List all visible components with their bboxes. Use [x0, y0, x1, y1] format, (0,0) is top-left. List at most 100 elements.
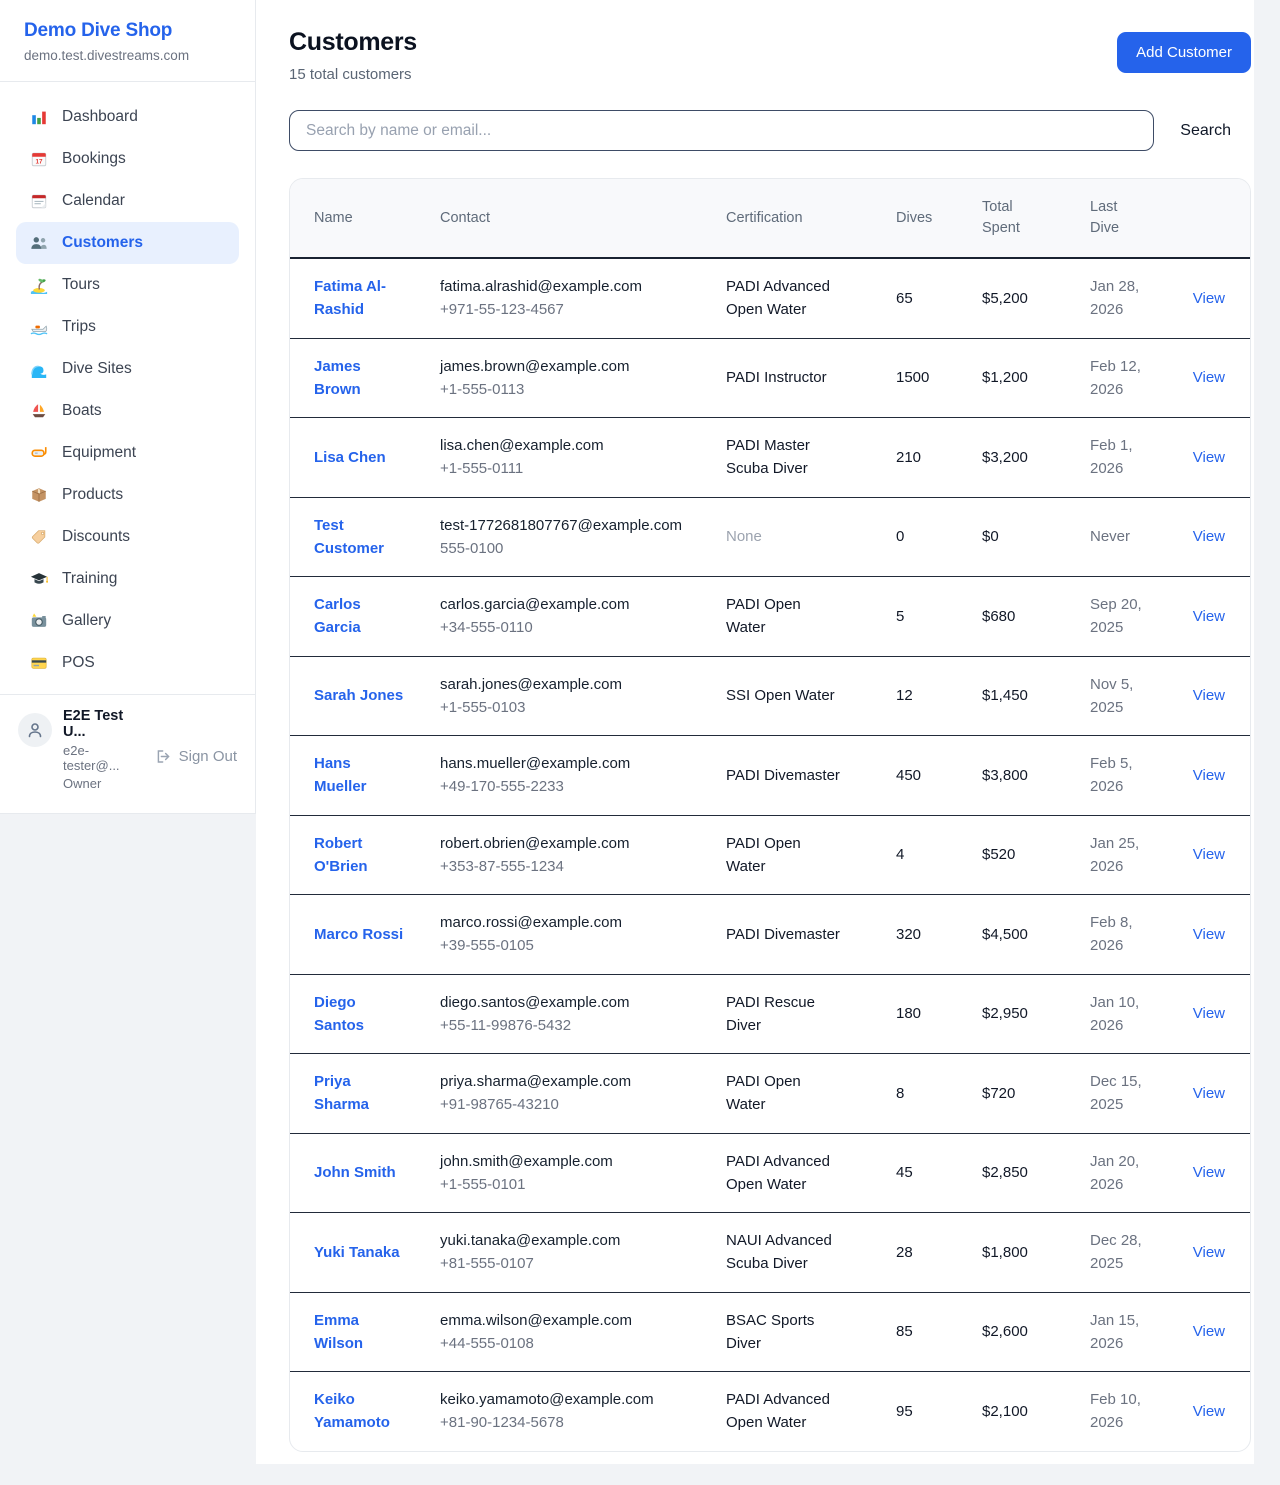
customer-name-link[interactable]: Yuki Tanaka	[314, 1244, 400, 1261]
sidebar-item-pos[interactable]: POS	[16, 642, 239, 684]
sidebar-item-equipment[interactable]: Equipment	[16, 432, 239, 474]
sidebar-item-customers[interactable]: Customers	[16, 222, 239, 264]
customer-total-spent: $0	[982, 497, 1090, 577]
view-link[interactable]: View	[1193, 1005, 1225, 1022]
sidebar-item-gallery[interactable]: Gallery	[16, 600, 239, 642]
column-header-contact: Contact	[440, 179, 726, 258]
customer-name-link[interactable]: Carlos Garcia	[314, 596, 361, 636]
customer-phone: +353-87-555-1234	[440, 855, 686, 878]
customer-total-spent: $5,200	[982, 258, 1090, 338]
sidebar-item-boats[interactable]: Boats	[16, 390, 239, 432]
view-link[interactable]: View	[1193, 846, 1225, 863]
sidebar-item-tours[interactable]: Tours	[16, 264, 239, 306]
view-link[interactable]: View	[1193, 369, 1225, 386]
customer-name-link[interactable]: Hans Mueller	[314, 755, 367, 795]
customer-email: lisa.chen@example.com	[440, 434, 686, 457]
customer-name-link[interactable]: Test Customer	[314, 517, 384, 557]
column-header-dives: Dives	[896, 179, 982, 258]
sidebar-item-bookings[interactable]: 17 Bookings	[16, 138, 239, 180]
customer-last-dive: Sep 20, 2025	[1090, 577, 1184, 657]
person-icon	[25, 720, 45, 740]
customer-certification: PADI Open Water	[726, 815, 896, 895]
search-button[interactable]: Search	[1180, 122, 1231, 140]
table-body: Fatima Al-Rashid fatima.alrashid@example…	[290, 258, 1250, 1451]
customer-name-link[interactable]: Priya Sharma	[314, 1073, 369, 1113]
view-link[interactable]: View	[1193, 926, 1225, 943]
table-row: Fatima Al-Rashid fatima.alrashid@example…	[290, 258, 1250, 338]
sidebar-item-products[interactable]: Products	[16, 474, 239, 516]
customer-total-spent: $3,200	[982, 418, 1090, 498]
view-link[interactable]: View	[1193, 767, 1225, 784]
customer-name-link[interactable]: Emma Wilson	[314, 1312, 363, 1352]
customer-certification: PADI Divemaster	[726, 895, 896, 975]
sign-out-button[interactable]: Sign Out	[155, 722, 237, 791]
customer-last-dive: Feb 8, 2026	[1090, 895, 1184, 975]
customer-email: test-1772681807767@example.com	[440, 514, 686, 537]
table-row: Marco Rossi marco.rossi@example.com +39-…	[290, 895, 1250, 975]
view-link[interactable]: View	[1193, 1403, 1225, 1420]
customer-email: priya.sharma@example.com	[440, 1070, 686, 1093]
add-customer-button[interactable]: Add Customer	[1117, 32, 1251, 73]
sidebar-item-dashboard[interactable]: Dashboard	[16, 96, 239, 138]
column-header-certification: Certification	[726, 179, 896, 258]
view-link[interactable]: View	[1193, 687, 1225, 704]
customer-name-link[interactable]: Keiko Yamamoto	[314, 1391, 390, 1431]
view-link[interactable]: View	[1193, 528, 1225, 545]
customer-name-link[interactable]: John Smith	[314, 1164, 396, 1181]
customer-phone: +44-555-0108	[440, 1332, 686, 1355]
customer-name-link[interactable]: James Brown	[314, 358, 361, 398]
customer-phone: +34-555-0110	[440, 616, 686, 639]
sidebar-item-trips[interactable]: Trips	[16, 306, 239, 348]
view-link[interactable]: View	[1193, 290, 1225, 307]
customer-certification: None	[726, 497, 896, 577]
customer-certification: PADI Open Water	[726, 577, 896, 657]
view-link[interactable]: View	[1193, 1085, 1225, 1102]
customer-last-dive: Jan 28, 2026	[1090, 258, 1184, 338]
sidebar-item-training[interactable]: Training	[16, 558, 239, 600]
customer-total-spent: $2,950	[982, 974, 1090, 1054]
brand-block[interactable]: Demo Dive Shop demo.test.divestreams.com	[0, 0, 255, 82]
sailboat-icon	[29, 402, 49, 420]
customer-name-link[interactable]: Lisa Chen	[314, 449, 386, 466]
view-link[interactable]: View	[1193, 449, 1225, 466]
table-row: James Brown james.brown@example.com +1-5…	[290, 338, 1250, 418]
table-row: Test Customer test-1772681807767@example…	[290, 497, 1250, 577]
sidebar-item-calendar[interactable]: Calendar	[16, 180, 239, 222]
search-input[interactable]	[289, 110, 1154, 151]
table-row: Emma Wilson emma.wilson@example.com +44-…	[290, 1292, 1250, 1372]
table-row: Lisa Chen lisa.chen@example.com +1-555-0…	[290, 418, 1250, 498]
customer-name-link[interactable]: Marco Rossi	[314, 926, 403, 943]
table-header-row: Name Contact Certification Dives Total S…	[290, 179, 1250, 258]
customer-total-spent: $3,800	[982, 736, 1090, 816]
main-content: Customers 15 total customers Add Custome…	[256, 0, 1254, 1464]
customer-name-link[interactable]: Diego Santos	[314, 994, 364, 1034]
customer-dives: 85	[896, 1292, 982, 1372]
total-customers-count: 15 total customers	[289, 66, 417, 83]
sidebar-item-discounts[interactable]: Discounts	[16, 516, 239, 558]
customer-total-spent: $680	[982, 577, 1090, 657]
customer-name-link[interactable]: Fatima Al-Rashid	[314, 278, 386, 318]
customer-phone: +55-11-99876-5432	[440, 1014, 686, 1037]
customer-last-dive: Jan 10, 2026	[1090, 974, 1184, 1054]
customer-certification: PADI Advanced Open Water	[726, 1372, 896, 1451]
customer-total-spent: $1,800	[982, 1213, 1090, 1293]
view-link[interactable]: View	[1193, 1323, 1225, 1340]
diving-mask-icon	[29, 444, 49, 462]
customer-phone: +39-555-0105	[440, 934, 686, 957]
island-icon	[29, 276, 49, 294]
table-row: Robert O'Brien robert.obrien@example.com…	[290, 815, 1250, 895]
customer-phone: +1-555-0113	[440, 378, 686, 401]
customer-total-spent: $720	[982, 1054, 1090, 1134]
customer-last-dive: Jan 15, 2026	[1090, 1292, 1184, 1372]
sidebar-item-dive-sites[interactable]: Dive Sites	[16, 348, 239, 390]
customer-name-link[interactable]: Sarah Jones	[314, 687, 403, 704]
customer-certification: PADI Advanced Open Water	[726, 258, 896, 338]
view-link[interactable]: View	[1193, 1164, 1225, 1181]
sign-out-label: Sign Out	[179, 748, 237, 765]
view-link[interactable]: View	[1193, 608, 1225, 625]
shop-domain: demo.test.divestreams.com	[24, 48, 231, 63]
view-link[interactable]: View	[1193, 1244, 1225, 1261]
user-info: E2E Test U... e2e-tester@... Owner	[63, 708, 144, 791]
customer-name-link[interactable]: Robert O'Brien	[314, 835, 368, 875]
bar-chart-icon	[29, 108, 49, 126]
